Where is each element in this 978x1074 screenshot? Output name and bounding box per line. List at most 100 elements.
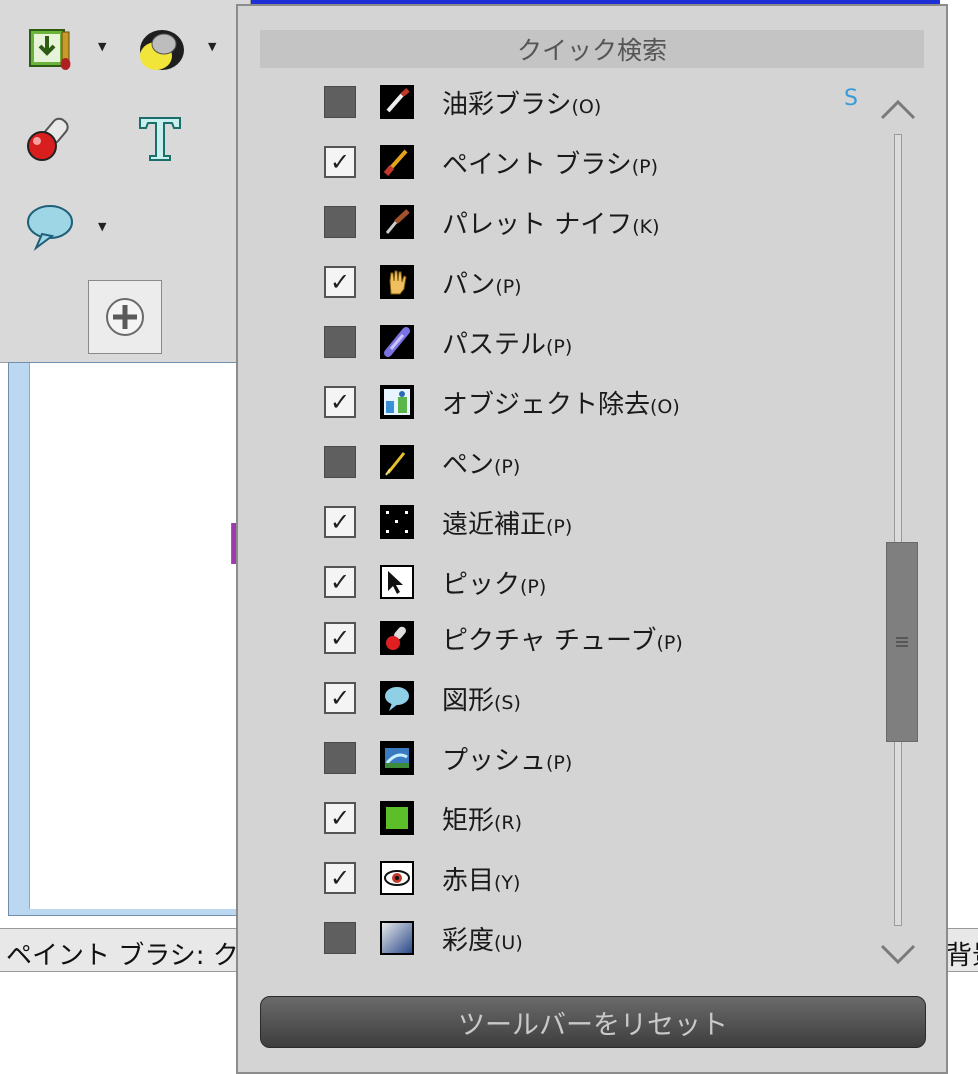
reset-toolbar-button[interactable]: ツールバーをリセット — [260, 996, 926, 1048]
import-dropdown-arrow[interactable]: ▼ — [98, 40, 112, 54]
palette-knife-icon — [380, 205, 414, 239]
checkbox-checked[interactable]: ✓ — [324, 146, 356, 178]
checkbox-checked[interactable]: ✓ — [324, 682, 356, 714]
object-removal-icon — [380, 385, 414, 419]
status-right-text: 背景 — [946, 941, 978, 971]
tool-shortcut-key: (O) — [571, 95, 602, 118]
tool-list-item[interactable]: ✓ ピクチャ チューブ(P) — [324, 612, 864, 664]
tool-list-item[interactable]: プッシュ(P) — [324, 732, 864, 784]
canvas-frame: M — [8, 362, 282, 916]
tool-name: 図形 — [442, 685, 495, 716]
toolbar-customize-popup: クイック検索 S 油彩ブラシ(O) ✓ ペイント ブラシ(P) パレット ナイフ(K)… — [236, 4, 948, 1074]
shape-tool-button[interactable] — [20, 196, 80, 256]
tool-shortcut-key: (P) — [631, 155, 659, 178]
tool-list-item[interactable]: ✓ 矩形(R) — [324, 792, 864, 844]
fill-tool-button[interactable] — [130, 18, 190, 78]
checkbox-unchecked[interactable] — [324, 742, 356, 774]
tool-list-item[interactable]: 油彩ブラシ(O) — [324, 76, 864, 128]
checkbox-checked[interactable]: ✓ — [324, 386, 356, 418]
tool-name: ピクチャ チューブ — [442, 625, 657, 656]
checkbox-checked[interactable]: ✓ — [324, 566, 356, 598]
checkbox-checked[interactable]: ✓ — [324, 506, 356, 538]
tool-shortcut-key: (P) — [495, 275, 522, 298]
checkbox-checked[interactable]: ✓ — [324, 802, 356, 834]
picture-tube-icon — [27, 117, 69, 161]
fill-dropdown-arrow[interactable]: ▼ — [208, 40, 222, 54]
tool-list-item[interactable]: ペン(P) — [324, 436, 864, 488]
tool-shortcut-key: (U) — [494, 931, 523, 954]
tool-shortcut-key: (P) — [546, 751, 573, 774]
tool-shortcut-key: (Y) — [494, 871, 521, 894]
tool-palette: ▼ ▼ ▼ — [0, 0, 251, 363]
checkbox-checked[interactable]: ✓ — [324, 862, 356, 894]
quick-search-field[interactable]: クイック検索 — [260, 30, 924, 68]
tool-list-item-label: 彩度(U) — [442, 920, 523, 957]
tool-list-item[interactable]: ✓ パン(P) — [324, 256, 864, 308]
tool-name: 彩度 — [442, 925, 495, 956]
speech-bubble-icon — [27, 205, 73, 252]
text-tool-button[interactable] — [130, 108, 190, 168]
text-tool-icon — [139, 117, 181, 161]
canvas[interactable]: M — [29, 363, 282, 909]
checkbox-unchecked[interactable] — [324, 206, 356, 238]
tool-shortcut-key: (P) — [656, 631, 683, 654]
shape-dropdown-arrow[interactable]: ▼ — [98, 220, 112, 234]
picture-tube-icon — [380, 621, 414, 655]
tool-list-item[interactable]: ✓ オブジェクト除去(O) — [324, 376, 864, 428]
picture-tube-tool-button[interactable] — [20, 108, 80, 168]
tool-name: ペイント ブラシ — [442, 149, 632, 180]
oil-brush-icon — [380, 85, 414, 119]
tool-name: 遠近補正 — [442, 509, 547, 540]
tool-list-item[interactable]: ✓ 遠近補正(P) — [324, 496, 864, 548]
tool-list-item[interactable]: ✓ ピック(P) — [324, 556, 864, 608]
tool-shortcut-key: (P) — [520, 575, 547, 598]
tool-list-item-label: ペン(P) — [442, 444, 520, 481]
checkbox-checked[interactable]: ✓ — [324, 622, 356, 654]
tool-name: ピック — [442, 569, 521, 600]
tool-list-item-label: ペイント ブラシ(P) — [442, 144, 658, 181]
tool-list-item-label: プッシュ(P) — [442, 740, 572, 777]
tool-list-item[interactable]: パレット ナイフ(K) — [324, 196, 864, 248]
tool-shortcut-key: (R) — [494, 811, 523, 834]
checkbox-unchecked[interactable] — [324, 446, 356, 478]
right-edge-area — [950, 0, 978, 928]
checkbox-checked[interactable]: ✓ — [324, 266, 356, 298]
tool-name: パレット ナイフ — [442, 209, 633, 240]
import-tool-button[interactable] — [20, 18, 80, 78]
tool-list-item[interactable]: ✓ 図形(S) — [324, 672, 864, 724]
checkbox-unchecked[interactable] — [324, 326, 356, 358]
tool-list-item-label: 赤目(Y) — [442, 860, 520, 897]
tool-name: 油彩ブラシ — [442, 89, 572, 120]
tool-shortcut-key: (P) — [494, 455, 521, 478]
scroll-up-button[interactable] — [874, 90, 922, 130]
checkbox-unchecked[interactable] — [324, 922, 356, 954]
pick-arrow-icon — [380, 565, 414, 599]
tool-list-item[interactable]: ✓ ペイント ブラシ(P) — [324, 136, 864, 188]
tool-name: オブジェクト除去 — [442, 389, 651, 420]
chevron-down-icon — [880, 944, 916, 965]
tool-list-item-label: パレット ナイフ(K) — [442, 204, 660, 241]
tool-list-item[interactable]: パステル(P) — [324, 316, 864, 368]
tool-shortcut-key: (P) — [546, 515, 573, 538]
red-eye-icon — [380, 861, 414, 895]
tool-name: プッシュ — [442, 745, 547, 776]
tool-list-item-label: パン(P) — [442, 264, 522, 301]
tool-name: 矩形 — [442, 805, 495, 836]
tool-name: ペン — [442, 449, 495, 480]
pan-hand-icon — [380, 265, 414, 299]
grip-icon — [896, 637, 908, 647]
tool-shortcut-key: (O) — [650, 395, 680, 418]
tool-shortcut-key: (P) — [546, 335, 573, 358]
tool-list-item-label: ピクチャ チューブ(P) — [442, 620, 683, 657]
scrollbar-thumb[interactable] — [886, 542, 918, 742]
checkbox-unchecked[interactable] — [324, 86, 356, 118]
scroll-down-button[interactable] — [874, 934, 922, 974]
tool-list-item-label: パステル(P) — [442, 324, 572, 361]
scrollbar-track[interactable] — [894, 134, 902, 926]
tool-list-item[interactable]: ✓ 赤目(Y) — [324, 852, 864, 904]
tool-name: パン — [442, 269, 496, 300]
tool-list-item[interactable]: 彩度(U) — [324, 912, 864, 964]
shape-bubble-icon — [380, 681, 414, 715]
add-tool-button[interactable] — [88, 280, 162, 354]
plus-circle-icon — [106, 298, 144, 336]
